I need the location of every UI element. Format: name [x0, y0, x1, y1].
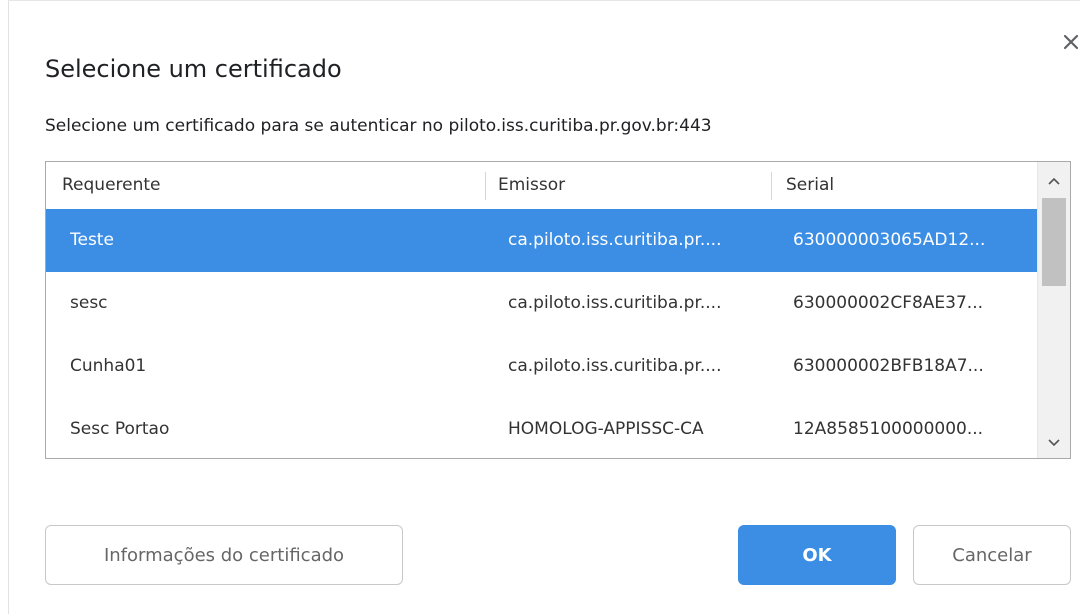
cell-serial: 630000003065AD12... — [793, 230, 986, 250]
column-header-serial[interactable]: Serial — [786, 162, 834, 209]
cell-requerente: Sesc Portao — [70, 419, 170, 439]
vertical-scrollbar[interactable] — [1037, 162, 1070, 458]
cell-requerente: Teste — [70, 230, 114, 250]
cell-requerente: sesc — [70, 293, 108, 313]
ok-button[interactable]: OK — [738, 525, 896, 585]
table-row[interactable]: Cunha01 ca.piloto.iss.curitiba.pr.... 63… — [46, 335, 1037, 398]
dialog-left-edge — [8, 0, 9, 614]
dialog-top-edge — [8, 0, 1080, 1]
cell-serial: 12A8585100000000... — [793, 419, 984, 439]
table-row[interactable]: Teste ca.piloto.iss.curitiba.pr.... 6300… — [46, 209, 1037, 272]
column-separator[interactable] — [771, 172, 772, 200]
cancel-button[interactable]: Cancelar — [913, 525, 1071, 585]
column-header-emissor[interactable]: Emissor — [498, 162, 565, 209]
certificate-info-button[interactable]: Informações do certificado — [45, 525, 403, 585]
column-separator[interactable] — [485, 172, 486, 200]
close-icon — [1062, 33, 1080, 55]
certificate-table: Requerente Emissor Serial Teste ca.pilot… — [45, 161, 1071, 459]
scrollbar-thumb[interactable] — [1042, 198, 1066, 286]
certificate-dialog: Selecione um certificado Selecione um ce… — [0, 0, 1092, 614]
cell-emissor: ca.piloto.iss.curitiba.pr.... — [508, 293, 722, 313]
dialog-title: Selecione um certificado — [45, 55, 342, 83]
cell-serial: 630000002CF8AE37... — [793, 293, 984, 313]
chevron-down-icon — [1048, 432, 1060, 451]
table-row[interactable]: sesc ca.piloto.iss.curitiba.pr.... 63000… — [46, 272, 1037, 335]
scroll-down-button[interactable] — [1038, 424, 1070, 458]
table-row[interactable]: Sesc Portao HOMOLOG-APPISSC-CA 12A858510… — [46, 398, 1037, 458]
cell-requerente: Cunha01 — [70, 356, 147, 376]
table-body: Teste ca.piloto.iss.curitiba.pr.... 6300… — [46, 209, 1037, 458]
dialog-subtitle: Selecione um certificado para se autenti… — [45, 116, 712, 136]
cell-emissor: HOMOLOG-APPISSC-CA — [508, 419, 704, 439]
cell-emissor: ca.piloto.iss.curitiba.pr.... — [508, 356, 722, 376]
close-button[interactable] — [1055, 28, 1087, 60]
cell-serial: 630000002BFB18A7... — [793, 356, 984, 376]
scroll-up-button[interactable] — [1038, 162, 1070, 196]
cell-emissor: ca.piloto.iss.curitiba.pr.... — [508, 230, 722, 250]
column-header-requerente[interactable]: Requerente — [62, 162, 161, 209]
table-header: Requerente Emissor Serial — [46, 162, 1037, 209]
chevron-up-icon — [1048, 170, 1060, 189]
